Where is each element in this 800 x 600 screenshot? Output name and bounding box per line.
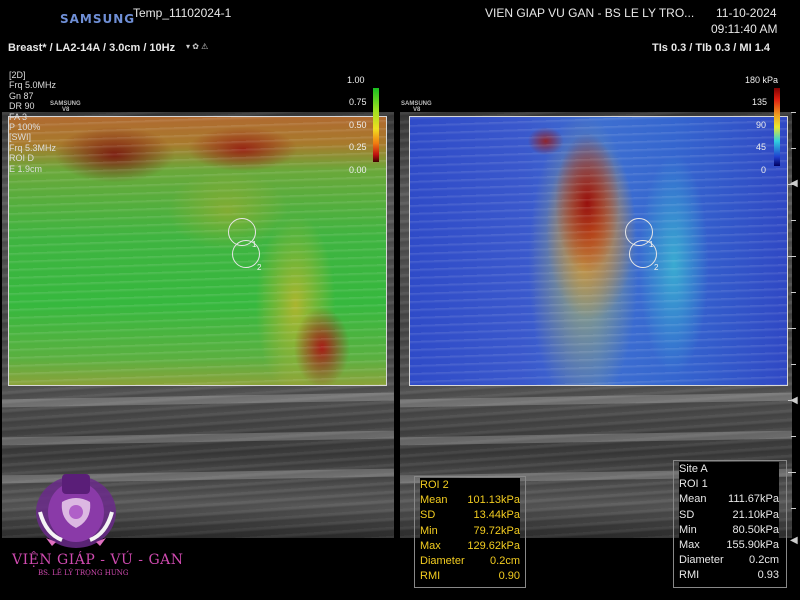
measurement-row: Min 79.72kPa xyxy=(420,524,520,537)
measurement-row: Max 155.90kPa xyxy=(679,538,779,551)
measurement-row: RMI 0.90 xyxy=(420,570,520,583)
ruler-tick xyxy=(791,508,796,509)
measurement-row: Max 129.62kPa xyxy=(420,539,520,552)
param-line: Frq 5.3MHz xyxy=(9,142,57,153)
strain-scale-min: 0.00 xyxy=(349,165,367,175)
swe-scale-label: 135 xyxy=(752,97,768,107)
ruler-tick xyxy=(788,328,796,329)
clinic-logo-subtitle: BS. LÊ LÝ TRỌNG HƯNG xyxy=(38,569,129,577)
strain-scale-max: 1.00 xyxy=(347,75,365,85)
param-line: ROI D xyxy=(9,153,35,164)
clinic-logo-name: VIỆN GIÁP - VÚ - GAN xyxy=(12,552,184,568)
tissue-texture xyxy=(9,117,386,385)
depth-ruler xyxy=(786,112,796,542)
strain-scale-label: 0.75 xyxy=(349,97,367,107)
site-label: Site A xyxy=(679,463,708,475)
roi-circle-2[interactable] xyxy=(232,240,260,268)
strain-scale-label: 0.25 xyxy=(349,142,367,152)
samsung-logo: SAMSUNG xyxy=(60,12,136,26)
ruler-tick xyxy=(791,436,796,437)
measurement-row: SD 21.10kPa xyxy=(679,508,779,521)
ruler-tick xyxy=(791,112,796,113)
measurement-row: Mean 101.13kPa xyxy=(420,494,520,507)
acquisition-parameters: [2D] Frq 5.0MHz Gn 87 DR 90 FA 3 P 100% … xyxy=(9,70,56,174)
roi-label-2: 2 xyxy=(654,263,659,272)
swe-scale-max: 180 kPa xyxy=(745,75,779,85)
measurement-row: Min 80.50kPa xyxy=(679,523,779,536)
swe-scale-min: 0 xyxy=(761,165,767,175)
measurement-row: SD 13.44kPa xyxy=(420,509,520,522)
roi-label-2: 2 xyxy=(257,263,262,272)
measurement-row: RMI 0.93 xyxy=(679,569,779,582)
roi2-measurements: ROI 2 Mean 101.13kPa SD 13.44kPa Min 79.72k… xyxy=(420,478,520,585)
thermal-index: TIs 0.3 / TIb 0.3 / MI 1.4 xyxy=(652,42,770,54)
swe-color-scale xyxy=(774,88,780,166)
strain-roi-box[interactable]: 1 2 xyxy=(8,116,387,386)
measurement-row: Diameter 0.2cm xyxy=(679,554,779,567)
param-line: DR 90 xyxy=(9,101,35,112)
param-line: E 1.9cm xyxy=(9,163,43,174)
ruler-tick xyxy=(791,292,796,293)
roi1-measurements: Site A ROI 1 Mean 111.67kPa SD 21.10kPa Mi… xyxy=(679,462,779,584)
param-line: [SWI] xyxy=(9,132,31,143)
focus-marker-icon[interactable]: ◀ xyxy=(790,395,798,406)
ruler-tick xyxy=(791,364,796,365)
probe-status-icons: ▾ ✿ ⚠ xyxy=(186,42,209,51)
strain-scale-label: 0.50 xyxy=(349,120,367,130)
institution-name: VIEN GIAP VU GAN - BS LE LY TRO... xyxy=(485,6,695,20)
preset-info: Breast* / LA2-14A / 3.0cm / 10Hz xyxy=(8,42,176,54)
samsung-watermark: SAMSUNG V8 xyxy=(401,101,432,113)
exam-time: 09:11:40 AM xyxy=(711,22,778,36)
ruler-tick xyxy=(788,472,796,473)
param-line: FA 3 xyxy=(9,111,28,122)
focus-marker-icon[interactable]: ◀ xyxy=(790,178,798,189)
param-line: Frq 5.0MHz xyxy=(9,80,57,91)
clinic-logo-icon xyxy=(36,474,116,548)
strain-color-scale xyxy=(373,88,379,162)
exam-date: 11-10-2024 xyxy=(716,6,777,20)
swe-scale-label: 45 xyxy=(756,142,767,152)
ruler-tick xyxy=(791,220,796,221)
measurement-row: Diameter 0.2cm xyxy=(420,554,520,567)
measurement-row: Mean 111.67kPa xyxy=(679,493,779,506)
roi-circle-2[interactable] xyxy=(629,240,657,268)
roi1-title: ROI 1 xyxy=(679,478,708,491)
param-line: Gn 87 xyxy=(9,90,34,101)
roi2-title: ROI 2 xyxy=(420,479,449,491)
swe-roi-box[interactable]: 1 2 xyxy=(409,116,788,386)
focus-marker-icon[interactable]: ◀ xyxy=(790,535,798,546)
param-line: P 100% xyxy=(9,122,41,133)
param-line: [2D] xyxy=(9,70,26,80)
ruler-tick xyxy=(788,256,796,257)
ruler-tick xyxy=(791,148,796,149)
patient-id: Temp_11102024-1 xyxy=(133,6,232,20)
swe-scale-label: 90 xyxy=(756,120,767,130)
tissue-texture xyxy=(410,117,787,385)
